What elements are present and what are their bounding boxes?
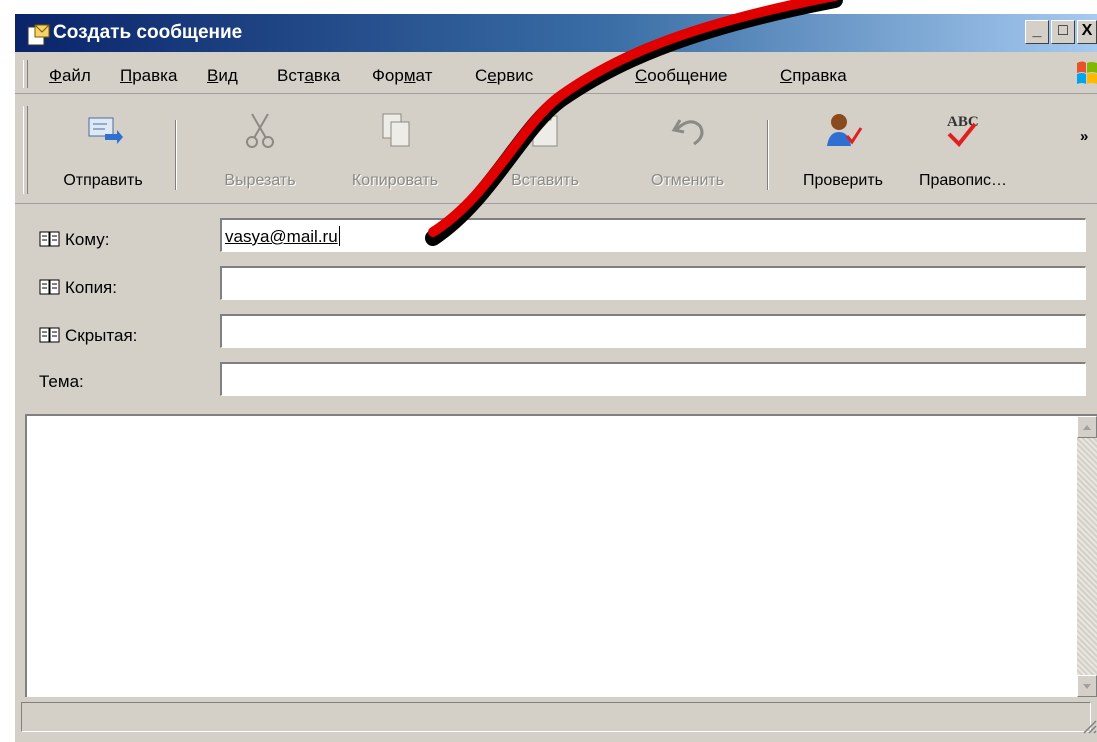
menu-format[interactable]: Формат: [372, 66, 432, 86]
cc-label-text: Копия:: [65, 278, 117, 297]
copy-button[interactable]: Копировать: [330, 96, 460, 202]
new-message-icon: [27, 24, 50, 46]
undo-label: Отменить: [650, 172, 725, 189]
menu-tools[interactable]: Сервис: [475, 66, 533, 86]
arrow-up-icon: [1083, 425, 1091, 430]
vertical-scrollbar[interactable]: [1077, 416, 1097, 697]
spelling-label: Правопис…: [918, 172, 1008, 189]
cc-label[interactable]: Копия:: [39, 278, 117, 298]
title-bar[interactable]: Создать сообщение _ □ X: [15, 14, 1097, 52]
address-book-icon: [39, 327, 60, 343]
toolbar-separator: [175, 120, 177, 190]
cut-button[interactable]: Вырезать: [205, 96, 315, 202]
text-caret: [338, 226, 340, 246]
undo-button[interactable]: Отменить: [630, 96, 745, 202]
spelling-icon: ABC: [947, 114, 979, 147]
close-button[interactable]: X: [1077, 20, 1097, 44]
status-bar: [21, 702, 1091, 732]
copy-icon: [382, 113, 410, 147]
menu-insert[interactable]: Вставка: [277, 66, 340, 86]
menu-message[interactable]: Сообщение: [635, 66, 728, 86]
menu-file[interactable]: Файл: [49, 66, 91, 86]
paste-icon: [532, 111, 558, 147]
paste-button[interactable]: Вставить: [485, 96, 605, 202]
message-body[interactable]: [25, 414, 1097, 697]
menu-bar: Файл Правка Вид Вставка Формат Сервис Со…: [15, 54, 1097, 94]
maximize-button[interactable]: □: [1051, 20, 1075, 44]
send-label: Отправить: [63, 172, 143, 189]
check-names-button[interactable]: Проверить: [783, 96, 903, 202]
copy-label: Копировать: [351, 172, 439, 189]
windows-logo-icon: [1077, 61, 1097, 84]
menu-view[interactable]: Вид: [207, 66, 238, 86]
check-names-label: Проверить: [802, 172, 883, 189]
menu-edit[interactable]: Правка: [120, 66, 177, 86]
undo-icon: [671, 119, 703, 146]
send-button[interactable]: Отправить: [49, 96, 157, 202]
toolbar-overflow-chevron[interactable]: »: [1080, 128, 1088, 145]
resize-grip-icon[interactable]: [1081, 718, 1097, 734]
toolbar: Отправить Вырезать Копировать Вставить О…: [15, 96, 1097, 204]
address-book-icon: [39, 231, 60, 247]
scroll-up-button[interactable]: [1077, 416, 1097, 438]
spelling-button[interactable]: ABC Правопис…: [903, 96, 1023, 202]
cc-field[interactable]: [220, 266, 1086, 300]
to-label[interactable]: Кому:: [39, 230, 109, 250]
menu-grip[interactable]: [23, 60, 28, 88]
compose-window: Создать сообщение _ □ X Файл Правка Вид …: [13, 12, 1097, 742]
to-field[interactable]: vasya@mail.ru: [220, 218, 1086, 252]
menu-help[interactable]: Справка: [780, 66, 847, 86]
arrow-down-icon: [1083, 684, 1091, 689]
window-title: Создать сообщение: [53, 22, 243, 43]
scroll-down-button[interactable]: [1077, 675, 1097, 697]
to-label-text: Кому:: [65, 230, 110, 249]
to-field-value: vasya@mail.ru: [225, 227, 338, 246]
address-book-icon: [39, 279, 60, 295]
subject-field[interactable]: [220, 362, 1086, 396]
minimize-button[interactable]: _: [1025, 20, 1049, 44]
cut-label: Вырезать: [224, 172, 296, 189]
subject-label: Тема:: [39, 372, 84, 391]
toolbar-separator: [767, 120, 769, 190]
toolbar-grip[interactable]: [23, 106, 28, 194]
bcc-label[interactable]: Скрытая:: [39, 326, 137, 346]
paste-label: Вставить: [511, 172, 579, 189]
check-names-icon: [827, 114, 863, 146]
bcc-field[interactable]: [220, 314, 1086, 348]
cut-icon: [246, 113, 274, 148]
send-icon: [88, 117, 123, 144]
bcc-label-text: Скрытая:: [65, 326, 138, 345]
